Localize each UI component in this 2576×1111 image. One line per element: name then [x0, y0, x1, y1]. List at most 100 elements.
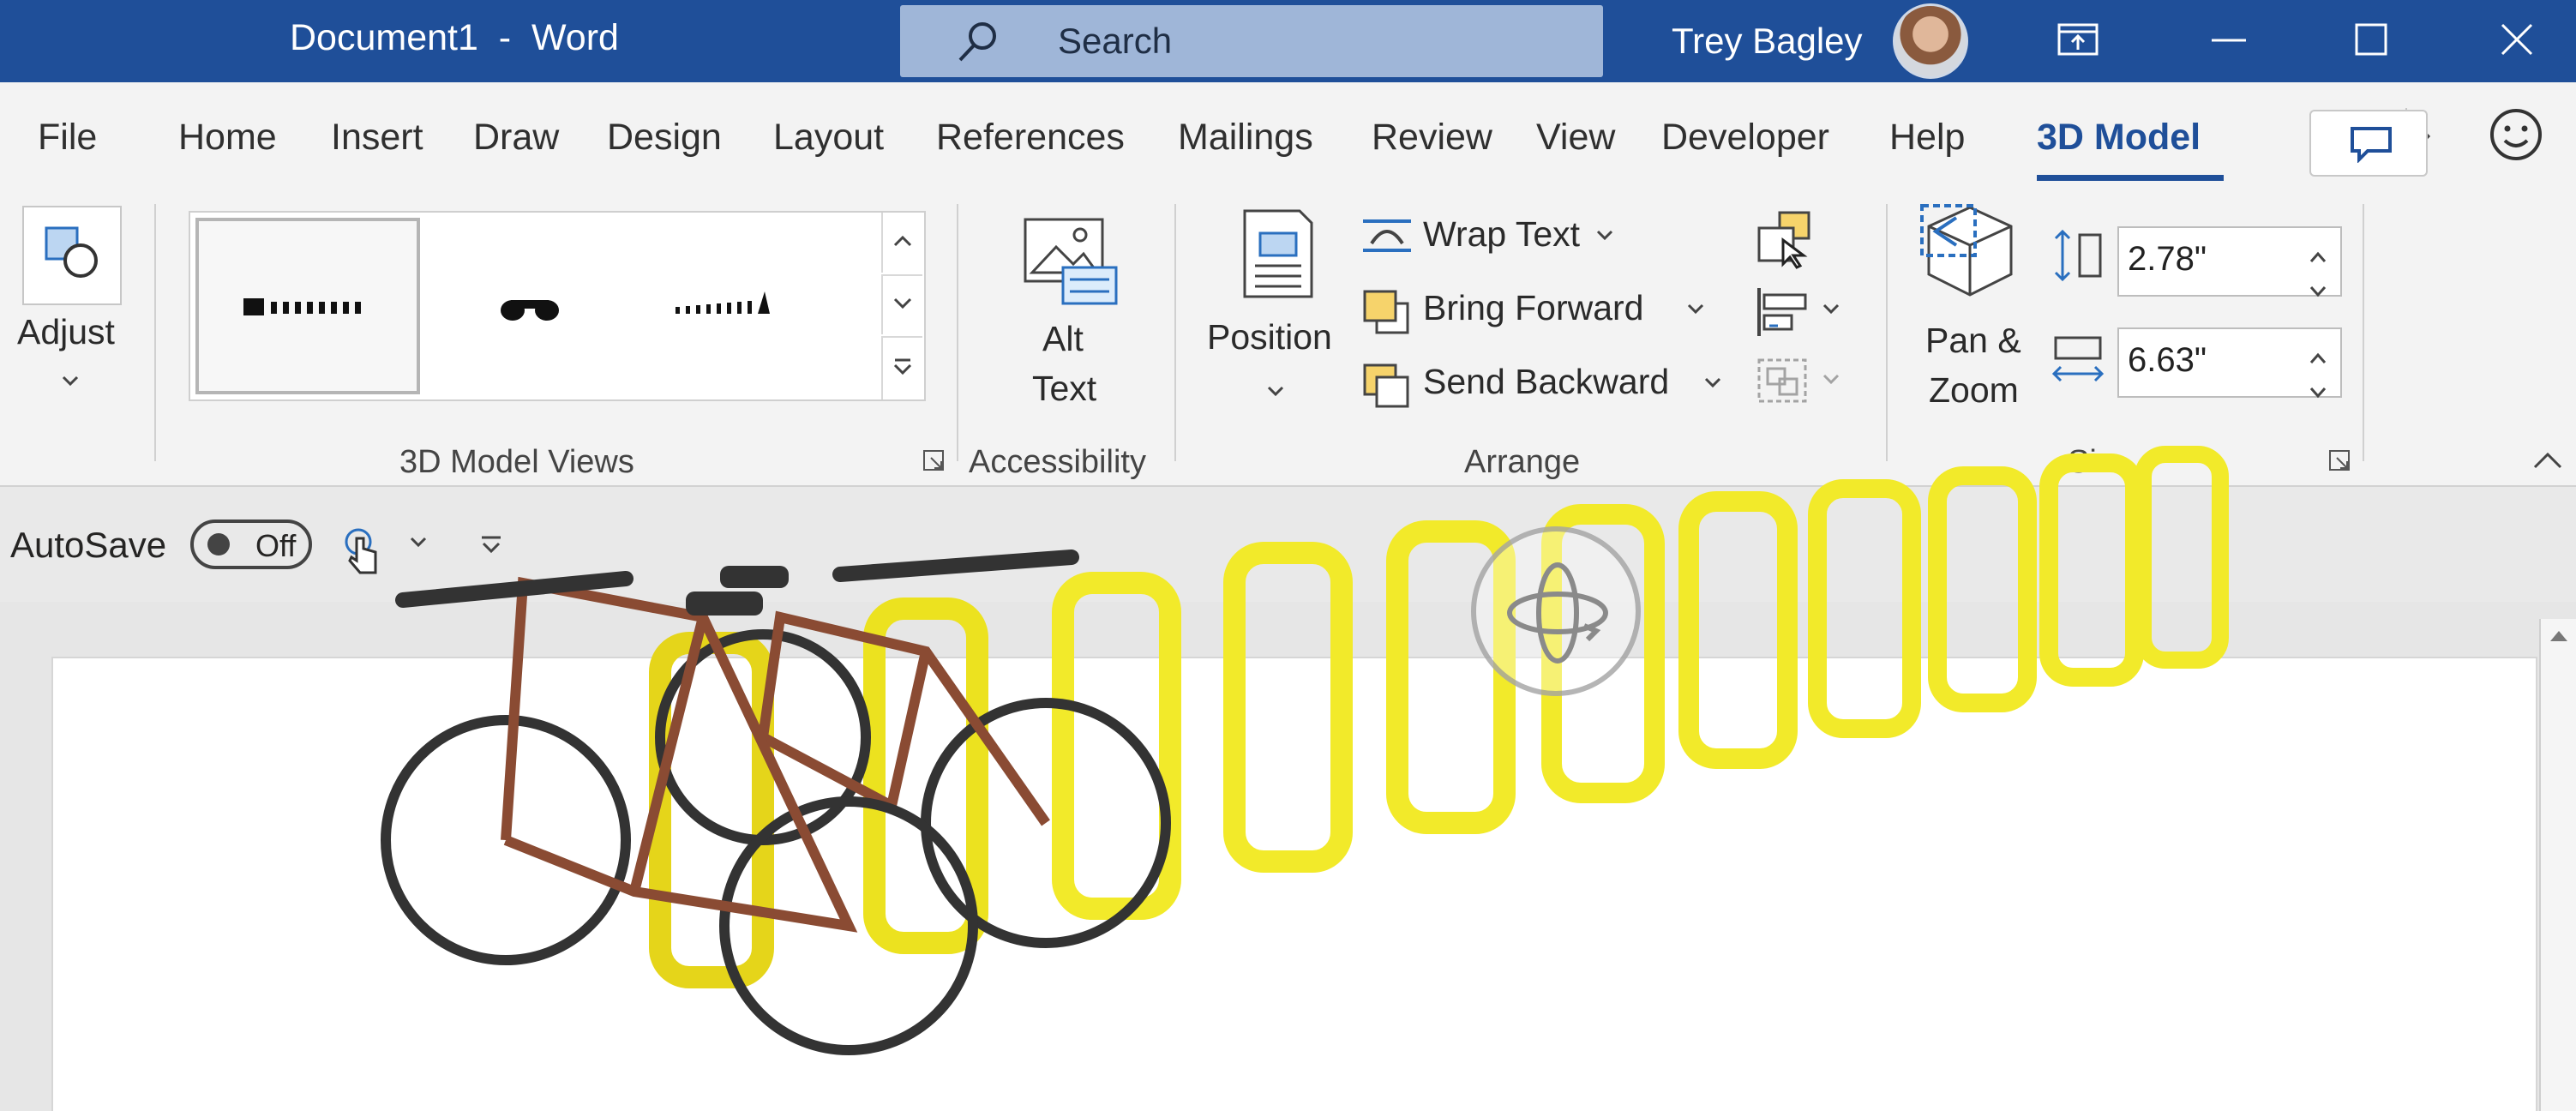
wrap-text-button[interactable]: Wrap Text — [1361, 211, 1618, 262]
rotate-3d-icon — [1502, 557, 1613, 673]
tab-references[interactable]: References — [936, 117, 1125, 159]
comments-button[interactable] — [2309, 110, 2428, 177]
gallery-more-button[interactable] — [881, 336, 922, 399]
tab-developer[interactable]: Developer — [1661, 117, 1829, 159]
scroll-up-icon[interactable] — [2548, 628, 2570, 647]
comments-icon — [2349, 125, 2393, 167]
vertical-scrollbar[interactable] — [2539, 619, 2576, 1111]
ribbon-display-options-button[interactable] — [2027, 0, 2129, 82]
group-button[interactable] — [1754, 355, 1848, 406]
dialog-launcher-icon[interactable] — [922, 449, 945, 476]
search-box[interactable]: Search — [900, 5, 1603, 77]
chevron-down-icon — [62, 375, 79, 392]
user-name[interactable]: Trey Bagley — [1672, 21, 1863, 62]
alt-text-icon — [1020, 214, 1123, 313]
search-label: Search — [1058, 21, 1173, 61]
chevron-down-icon — [1267, 386, 1284, 402]
tab-review[interactable]: Review — [1372, 117, 1492, 159]
tab-view[interactable]: View — [1536, 117, 1615, 159]
bring-forward-button[interactable]: Bring Forward — [1361, 285, 1721, 336]
chevron-down-icon — [1822, 374, 1840, 390]
tab-insert[interactable]: Insert — [331, 117, 423, 159]
selection-pane-icon — [1754, 211, 1814, 273]
align-button[interactable] — [1754, 286, 1848, 338]
chevron-down-icon — [893, 297, 912, 314]
width-spin-down[interactable] — [2309, 369, 2327, 407]
height-spin-down[interactable] — [2309, 267, 2327, 306]
width-input[interactable]: 6.63" — [2117, 327, 2342, 399]
group-separator — [2363, 204, 2364, 461]
collapse-ribbon-button[interactable] — [2532, 451, 2563, 474]
gallery-scroll-up-button[interactable] — [881, 213, 922, 273]
maximize-button[interactable] — [2320, 0, 2423, 82]
tab-design[interactable]: Design — [607, 117, 722, 159]
chevron-up-icon — [893, 235, 912, 251]
tab-file[interactable]: File — [38, 117, 97, 159]
minimize-icon — [2210, 33, 2248, 49]
group-separator — [1886, 204, 1888, 461]
alt-text-label-line1: Alt — [1042, 319, 1084, 358]
adjust-label: Adjust — [17, 312, 115, 351]
chevron-down-icon — [1704, 377, 1721, 393]
tab-mailings[interactable]: Mailings — [1178, 117, 1313, 159]
tab-help[interactable]: Help — [1889, 117, 1965, 159]
adjust-button[interactable] — [22, 206, 122, 305]
group-objects-icon — [1754, 358, 1814, 410]
position-label: Position — [1207, 317, 1332, 357]
group-separator — [957, 204, 958, 461]
minimize-button[interactable] — [2177, 0, 2280, 82]
position-icon — [1240, 207, 1317, 306]
bring-forward-icon — [1361, 288, 1413, 340]
search-icon — [952, 17, 1003, 73]
tab-home[interactable]: Home — [178, 117, 277, 159]
align-left-icon — [1754, 288, 1814, 341]
window-title: Document1 - Word — [290, 17, 619, 58]
tab-draw[interactable]: Draw — [473, 117, 559, 159]
send-backward-button[interactable]: Send Backward — [1361, 358, 1738, 410]
height-icon — [2051, 228, 2105, 287]
ribbon: Adjust 3D Model Views Alt Text Accessibi… — [0, 197, 2576, 487]
height-value: 2.78" — [2128, 240, 2207, 278]
feedback-button[interactable] — [2486, 105, 2546, 169]
send-backward-label: Send Backward — [1423, 362, 1670, 401]
tab-layout[interactable]: Layout — [773, 117, 884, 159]
selection-pane-button[interactable] — [1754, 209, 1814, 269]
send-backward-icon — [1361, 362, 1413, 414]
restore-icon — [2057, 22, 2099, 61]
group-label-3d-model-views: 3D Model Views — [399, 444, 634, 480]
gallery-scroll-down-button[interactable] — [881, 274, 922, 334]
height-input[interactable]: 2.78" — [2117, 226, 2342, 297]
width-icon — [2051, 334, 2105, 393]
3d-model-views-gallery[interactable] — [189, 211, 926, 401]
3d-model-bike-rack[interactable] — [377, 446, 2246, 1111]
pan-zoom-label-line2: Zoom — [1929, 370, 2019, 410]
group-separator — [154, 204, 156, 461]
rack-loops — [649, 446, 2229, 988]
toggle-knob — [207, 533, 230, 556]
pan-zoom-label-line1: Pan & — [1925, 321, 2021, 360]
maximize-icon — [2354, 22, 2388, 61]
view-option-front[interactable] — [195, 218, 420, 394]
view-option-side[interactable] — [422, 218, 646, 394]
pan-and-zoom-button[interactable] — [1917, 202, 2028, 314]
reset-model-icon — [43, 225, 103, 289]
tab-3d-model[interactable]: 3D Model — [2037, 117, 2201, 159]
dialog-launcher-icon[interactable] — [2328, 449, 2351, 476]
title-bar: Document1 - Word Search Trey Bagley — [0, 0, 2576, 82]
more-icon — [893, 357, 912, 381]
chevron-down-icon — [1687, 303, 1704, 320]
wrap-text-label: Wrap Text — [1423, 214, 1581, 254]
chevron-down-icon — [1822, 303, 1840, 320]
ribbon-tab-bar: File Home Insert Draw Design Layout Refe… — [0, 82, 2576, 197]
active-tab-indicator — [2037, 175, 2224, 181]
autosave-toggle[interactable]: Off — [190, 519, 312, 569]
close-button[interactable] — [2465, 0, 2568, 82]
rotate-3d-handle[interactable] — [1471, 526, 1641, 696]
group-label-accessibility: Accessibility — [969, 444, 1146, 480]
view-option-perspective[interactable] — [650, 218, 874, 394]
avatar[interactable] — [1893, 3, 1968, 79]
height-spin-up[interactable] — [2309, 233, 2327, 272]
alt-text-label-line2: Text — [1032, 369, 1097, 408]
group-separator — [1174, 204, 1176, 461]
width-spin-up[interactable] — [2309, 334, 2327, 373]
